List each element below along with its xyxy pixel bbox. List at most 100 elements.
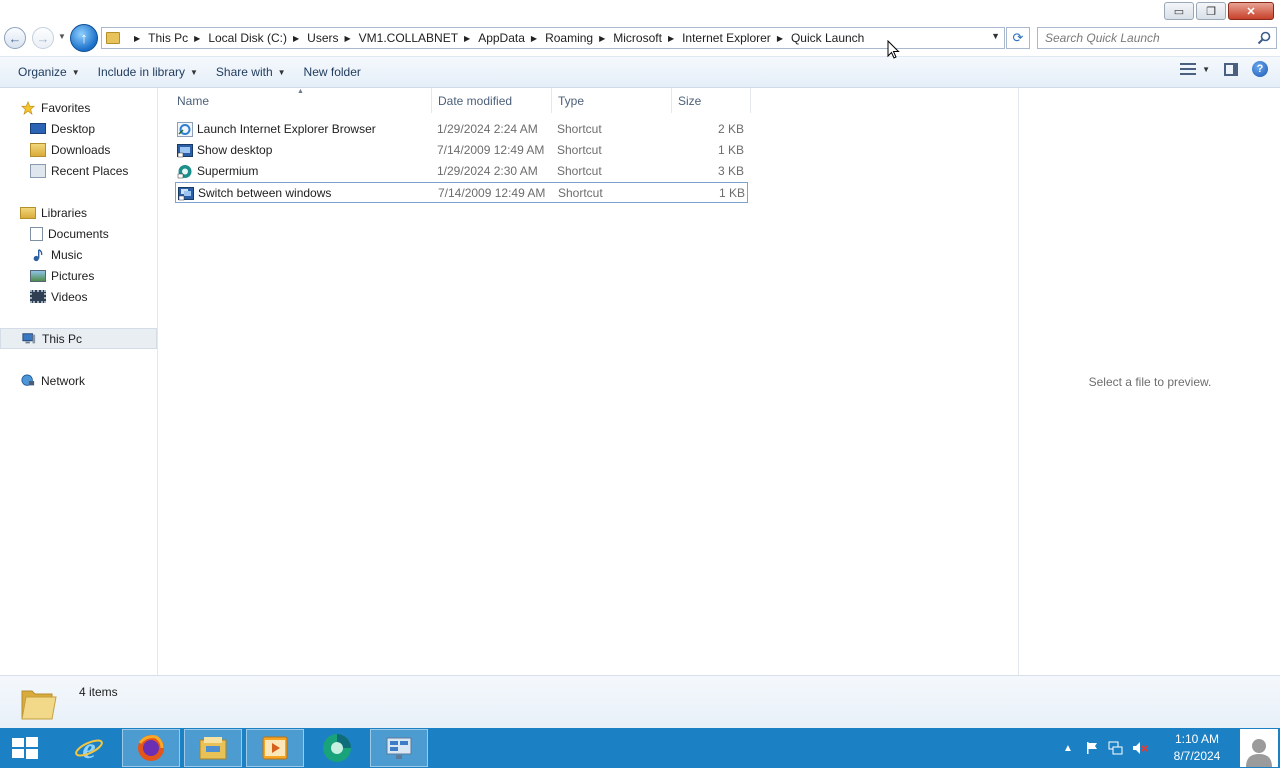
file-size: 3 KB [717, 164, 744, 178]
file-type: Shortcut [557, 143, 602, 157]
chevron-right-icon[interactable]: ▶ [464, 34, 470, 43]
include-in-library-label: Include in library [97, 65, 185, 79]
include-in-library-menu[interactable]: Include in library ▼ [89, 60, 207, 84]
taskbar-media-player[interactable] [246, 729, 304, 767]
nav-videos[interactable]: Videos [0, 286, 157, 307]
breadcrumb-users[interactable]: Users [307, 31, 338, 45]
taskbar-file-explorer[interactable] [184, 729, 242, 767]
breadcrumb-local-disk[interactable]: Local Disk (C:) [208, 31, 287, 45]
file-name: Supermium [197, 164, 259, 178]
nav-downloads[interactable]: Downloads [0, 139, 157, 160]
nav-favorites[interactable]: Favorites [0, 97, 157, 118]
column-header-size[interactable]: Size [672, 88, 751, 113]
column-header-date[interactable]: Date modified [432, 88, 552, 113]
chevron-right-icon[interactable]: ▶ [668, 34, 674, 43]
column-header-type[interactable]: Type [552, 88, 672, 113]
nav-videos-label: Videos [51, 289, 88, 304]
nav-this-pc-label: This Pc [42, 331, 83, 346]
clock[interactable]: 1:10 AM 8/7/2024 [1162, 731, 1232, 765]
file-date: 1/29/2024 2:30 AM [437, 164, 538, 178]
taskbar-supermium[interactable] [308, 729, 366, 767]
maximize-button[interactable]: ❐ [1196, 2, 1226, 20]
show-hidden-icons-icon[interactable]: ▲ [1060, 740, 1076, 756]
chevron-right-icon[interactable]: ▶ [134, 34, 140, 43]
user-avatar[interactable] [1240, 729, 1278, 767]
nav-libraries[interactable]: Libraries [0, 202, 157, 223]
breadcrumb-user[interactable]: VM1.COLLABNET [359, 31, 458, 45]
column-type-label: Type [558, 93, 585, 108]
change-view-button[interactable]: ▼ [1180, 63, 1210, 75]
address-row: ← → ▼ ↑ ▶ This Pc ▶ Local Disk (C:) ▶ Us… [0, 24, 1280, 56]
nav-pictures-label: Pictures [51, 268, 95, 283]
preview-pane-icon[interactable] [1224, 62, 1238, 76]
arrow-right-icon: → [36, 30, 50, 46]
recent-places-icon [30, 163, 46, 178]
title-bar: ▭ ❐ ✕ [0, 0, 1280, 24]
chevron-right-icon[interactable]: ▶ [599, 34, 605, 43]
share-with-menu[interactable]: Share with ▼ [207, 60, 295, 84]
search-box[interactable] [1037, 27, 1277, 49]
navigation-pane: Favorites Desktop Downloads Recent Place… [0, 88, 158, 675]
nav-libraries-label: Libraries [41, 205, 88, 220]
close-button[interactable]: ✕ [1228, 2, 1274, 20]
windows-start-icon[interactable] [10, 735, 40, 761]
nav-this-pc[interactable]: This Pc [0, 328, 157, 349]
nav-desktop[interactable]: Desktop [0, 118, 157, 139]
preview-message: Select a file to preview. [1088, 375, 1212, 389]
chevron-right-icon[interactable]: ▶ [777, 34, 783, 43]
address-dropdown-icon[interactable]: ▼ [991, 31, 1000, 41]
firefox-icon [138, 735, 164, 761]
address-bar[interactable]: ▶ This Pc ▶ Local Disk (C:) ▶ Users ▶ VM… [101, 27, 1005, 49]
file-type: Shortcut [557, 122, 602, 136]
refresh-button[interactable]: ⟳ [1006, 27, 1030, 49]
chevron-right-icon[interactable]: ▶ [293, 34, 299, 43]
up-button[interactable]: ↑ [70, 24, 98, 52]
breadcrumb-appdata[interactable]: AppData [478, 31, 525, 45]
breadcrumb-quick-launch[interactable]: Quick Launch [791, 31, 864, 45]
action-center-flag-icon[interactable] [1084, 740, 1100, 756]
forward-button[interactable]: → [32, 27, 54, 49]
nav-recent-places[interactable]: Recent Places [0, 160, 157, 181]
breadcrumb-internet-explorer[interactable]: Internet Explorer [682, 31, 771, 45]
nav-music-label: Music [51, 247, 83, 262]
organize-menu[interactable]: Organize ▼ [9, 60, 89, 84]
chevron-right-icon[interactable]: ▶ [194, 34, 200, 43]
taskbar-server-manager[interactable] [370, 729, 428, 767]
file-size: 2 KB [717, 122, 744, 136]
nav-pictures[interactable]: Pictures [0, 265, 157, 286]
breadcrumb-this-pc[interactable]: This Pc [148, 31, 188, 45]
chevron-right-icon[interactable]: ▶ [531, 34, 537, 43]
nav-network[interactable]: Network [0, 370, 157, 391]
breadcrumb-microsoft[interactable]: Microsoft [613, 31, 662, 45]
search-input[interactable] [1038, 28, 1248, 48]
table-row-selected[interactable]: Switch between windows 7/14/2009 12:49 A… [175, 182, 748, 203]
table-row[interactable]: Supermium 1/29/2024 2:30 AM Shortcut 3 K… [175, 161, 748, 182]
network-status-icon[interactable] [1108, 740, 1124, 756]
file-name: Launch Internet Explorer Browser [197, 122, 376, 136]
table-row[interactable]: Launch Internet Explorer Browser 1/29/20… [175, 119, 748, 140]
taskbar-firefox[interactable] [122, 729, 180, 767]
taskbar-internet-explorer[interactable]: e [60, 729, 118, 767]
file-list: ▲ Name Date modified Type Size Launch In… [159, 88, 1018, 675]
volume-muted-icon[interactable] [1132, 740, 1148, 756]
preview-pane: Select a file to preview. [1018, 88, 1280, 675]
minimize-button[interactable]: ▭ [1164, 2, 1194, 20]
desktop-icon [30, 123, 46, 134]
recent-locations-dropdown[interactable]: ▼ [58, 32, 66, 41]
column-header-name[interactable]: Name [171, 88, 432, 113]
svg-text:e: e [82, 733, 95, 763]
share-with-label: Share with [215, 65, 273, 79]
nav-recent-places-label: Recent Places [51, 163, 129, 178]
search-icon[interactable] [1257, 31, 1271, 45]
table-row[interactable]: Show desktop 7/14/2009 12:49 AM Shortcut… [175, 140, 748, 161]
chevron-right-icon[interactable]: ▶ [345, 34, 351, 43]
nav-music[interactable]: Music [0, 244, 157, 265]
nav-documents[interactable]: Documents [0, 223, 157, 244]
help-icon[interactable]: ? [1252, 61, 1268, 77]
breadcrumb-roaming[interactable]: Roaming [545, 31, 593, 45]
back-button[interactable]: ← [4, 27, 26, 49]
view-controls: ▼ ? [1180, 61, 1280, 77]
new-folder-button[interactable]: New folder [295, 60, 370, 84]
taskbar: e ▲ 1:10 AM 8/7/2024 [0, 728, 1280, 768]
nav-documents-label: Documents [48, 226, 109, 241]
